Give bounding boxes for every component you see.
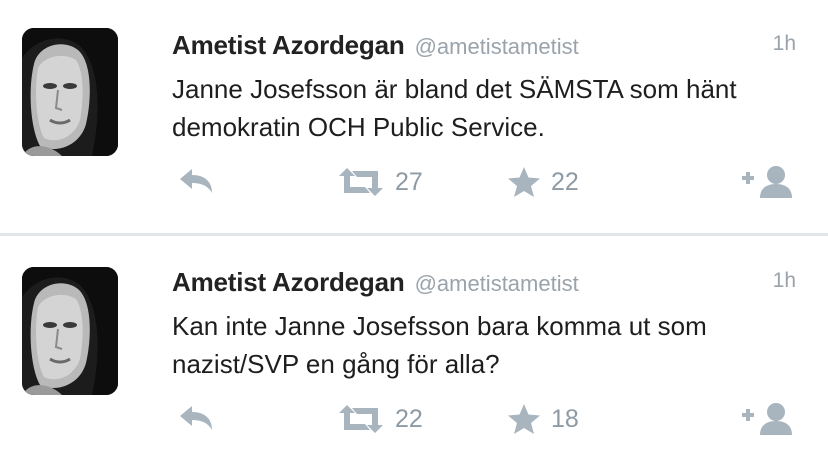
follow-icon	[742, 166, 792, 198]
retweet-icon	[339, 168, 383, 196]
author-name[interactable]: Ametist Azordegan	[172, 267, 405, 297]
retweet-button[interactable]: 22	[337, 399, 423, 439]
tweet-header: Ametist Azordegan @ametistametist	[172, 267, 802, 301]
follow-button[interactable]	[740, 399, 796, 439]
favorite-count: 18	[551, 404, 579, 433]
star-icon	[508, 404, 540, 434]
tweet-timestamp[interactable]: 1h	[773, 269, 796, 293]
tweet-text: Janne Josefsson är bland det SÄMSTA som …	[172, 74, 737, 142]
favorite-button[interactable]: 22	[507, 162, 579, 202]
reply-button[interactable]	[176, 162, 216, 202]
follow-icon	[742, 403, 792, 435]
tweet-actions: 27 22	[0, 162, 828, 202]
author-handle[interactable]: @ametistametist	[415, 34, 579, 59]
favorite-button[interactable]: 18	[507, 399, 579, 439]
retweet-button[interactable]: 27	[337, 162, 423, 202]
avatar-image	[22, 267, 118, 395]
retweet-count: 27	[395, 167, 423, 196]
retweet-icon	[339, 405, 383, 433]
avatar[interactable]	[22, 267, 118, 395]
author-handle[interactable]: @ametistametist	[415, 271, 579, 296]
retweet-count: 22	[395, 404, 423, 433]
star-icon	[508, 167, 540, 197]
reply-icon	[180, 169, 212, 193]
tweet-actions: 22 18	[0, 399, 828, 439]
follow-button[interactable]	[740, 162, 796, 202]
tweet-feed: Ametist Azordegan @ametistametist 1h Jann…	[0, 0, 828, 468]
tweet[interactable]: Ametist Azordegan @ametistametist 1h Kan …	[0, 237, 828, 468]
author-name[interactable]: Ametist Azordegan	[172, 30, 405, 60]
tweet-divider	[0, 233, 828, 236]
favorite-count: 22	[551, 167, 579, 196]
tweet-timestamp[interactable]: 1h	[773, 32, 796, 56]
reply-button[interactable]	[176, 399, 216, 439]
tweet-header: Ametist Azordegan @ametistametist	[172, 30, 802, 64]
avatar[interactable]	[22, 28, 118, 156]
reply-icon	[180, 406, 212, 430]
avatar-image	[22, 28, 118, 156]
tweet[interactable]: Ametist Azordegan @ametistametist 1h Jann…	[0, 0, 828, 234]
tweet-text: Kan inte Janne Josefsson bara komma ut s…	[172, 311, 707, 379]
